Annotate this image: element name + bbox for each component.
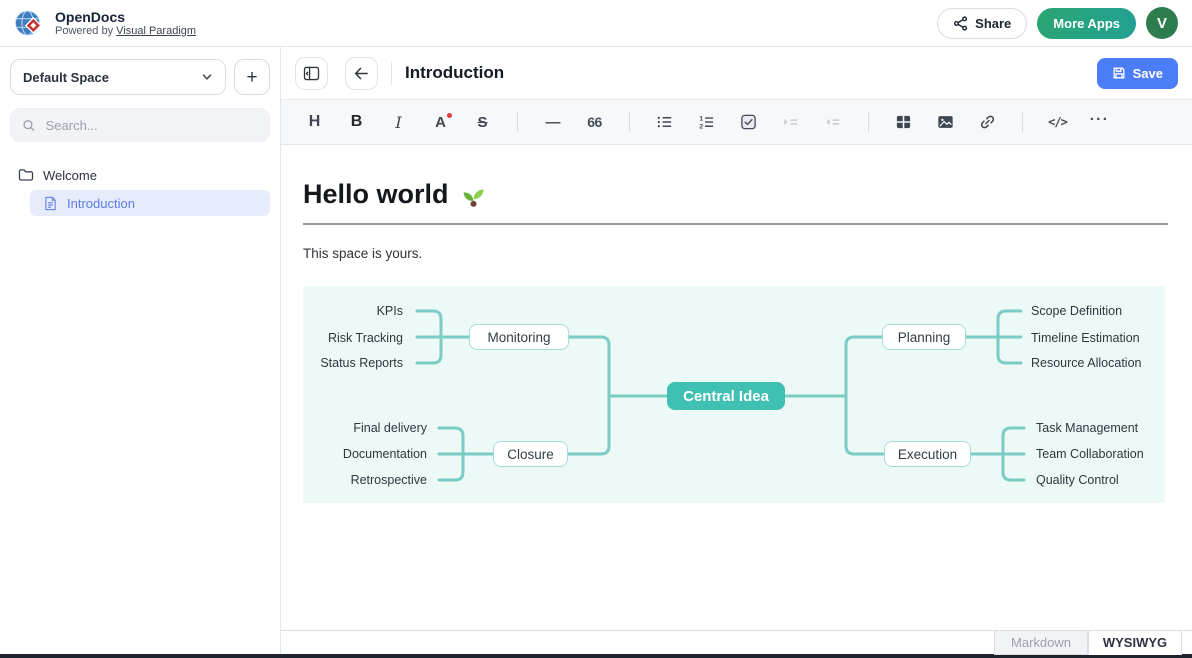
toolbar-divider	[868, 112, 869, 132]
link-button[interactable]	[973, 108, 1002, 137]
tree-item-label: Welcome	[43, 168, 97, 183]
heading-text: Hello world	[303, 179, 449, 210]
mindmap-node-monitoring[interactable]: Monitoring	[469, 324, 569, 350]
heading-button[interactable]: H	[300, 108, 329, 137]
toolbar-divider	[1022, 112, 1023, 132]
mindmap-diagram[interactable]: Central Idea Monitoring Planning Closure…	[303, 286, 1165, 503]
mindmap-leaf-kpis[interactable]: KPIs	[377, 303, 403, 319]
chevron-down-icon	[201, 71, 213, 83]
tree-item-label: Introduction	[67, 196, 135, 211]
heading-separator	[303, 223, 1168, 225]
toolbar-divider	[629, 112, 630, 132]
table-icon	[895, 113, 912, 131]
indent-icon	[782, 113, 799, 131]
app-header: OpenDocs Powered by Visual Paradigm Shar…	[0, 0, 1192, 47]
visual-paradigm-link[interactable]: Visual Paradigm	[116, 25, 196, 37]
mindmap-leaf-risk-tracking[interactable]: Risk Tracking	[328, 330, 403, 346]
document-canvas[interactable]: Hello world This space is yours.	[281, 145, 1192, 630]
powered-by-text: Powered by	[55, 25, 113, 37]
panel-left-icon	[303, 65, 320, 82]
bold-button[interactable]: B	[342, 108, 371, 137]
powered-by: Powered by Visual Paradigm	[55, 25, 196, 38]
toolbar-divider	[517, 112, 518, 132]
document-paragraph: This space is yours.	[303, 246, 1168, 261]
document-icon	[43, 196, 58, 211]
italic-button[interactable]: I	[384, 108, 413, 137]
search-icon	[22, 118, 36, 133]
opendocs-logo-icon	[14, 8, 45, 39]
tab-markdown[interactable]: Markdown	[994, 630, 1088, 655]
search-input[interactable]	[44, 117, 258, 134]
horizontal-rule-button[interactable]: —	[538, 108, 567, 137]
sidebar: Default Space + Welcome	[0, 47, 281, 654]
mindmap-leaf-task-management[interactable]: Task Management	[1036, 420, 1138, 436]
document-heading: Hello world	[303, 179, 1168, 210]
svg-text:1: 1	[699, 115, 703, 122]
space-selector[interactable]: Default Space	[10, 59, 226, 95]
tree-item-welcome[interactable]: Welcome	[10, 162, 270, 188]
outdent-icon	[824, 113, 841, 131]
mindmap-node-execution[interactable]: Execution	[884, 441, 971, 467]
search-box[interactable]	[10, 108, 270, 142]
formatting-toolbar: H B I A S — 66 1 2	[281, 99, 1192, 145]
outdent-button[interactable]	[818, 108, 847, 137]
mindmap-leaf-timeline-estimation[interactable]: Timeline Estimation	[1031, 330, 1140, 346]
ordered-list-button[interactable]: 1 2	[692, 108, 721, 137]
ordered-list-icon: 1 2	[698, 113, 715, 131]
link-icon	[979, 113, 996, 131]
document-tree: Welcome Introduction	[10, 162, 270, 216]
task-list-button[interactable]	[734, 108, 763, 137]
space-selector-label: Default Space	[23, 70, 109, 85]
mindmap-central-node[interactable]: Central Idea	[667, 382, 785, 410]
folder-icon	[18, 167, 34, 183]
mindmap-leaf-status-reports[interactable]: Status Reports	[320, 355, 403, 371]
back-button[interactable]	[345, 57, 378, 90]
checkbox-icon	[740, 113, 757, 131]
save-icon	[1112, 66, 1126, 80]
font-color-button[interactable]: A	[426, 108, 455, 137]
share-icon	[953, 16, 968, 31]
blockquote-button[interactable]: 66	[580, 108, 609, 137]
mindmap-leaf-team-collaboration[interactable]: Team Collaboration	[1036, 446, 1144, 462]
more-apps-button[interactable]: More Apps	[1037, 8, 1136, 39]
indent-button[interactable]	[776, 108, 805, 137]
strikethrough-button[interactable]: S	[468, 108, 497, 137]
add-space-button[interactable]: +	[234, 59, 270, 95]
table-button[interactable]	[889, 108, 918, 137]
mindmap-leaf-final-delivery[interactable]: Final delivery	[353, 420, 427, 436]
app-name: OpenDocs	[55, 9, 196, 25]
code-button[interactable]: </>	[1043, 108, 1072, 137]
page-title: Introduction	[405, 63, 504, 83]
tab-wysiwyg[interactable]: WYSIWYG	[1088, 630, 1182, 655]
save-button[interactable]: Save	[1097, 58, 1178, 89]
image-button[interactable]	[931, 108, 960, 137]
mindmap-leaf-resource-allocation[interactable]: Resource Allocation	[1031, 355, 1141, 371]
app-logo: OpenDocs Powered by Visual Paradigm	[14, 8, 196, 39]
mindmap-node-closure[interactable]: Closure	[493, 441, 568, 467]
share-button[interactable]: Share	[937, 8, 1027, 39]
save-label: Save	[1133, 66, 1163, 81]
titlebar: Introduction Save	[281, 47, 1192, 99]
share-label: Share	[975, 16, 1011, 31]
bullet-list-button[interactable]	[650, 108, 679, 137]
image-icon	[937, 113, 954, 131]
seedling-emoji	[460, 181, 487, 208]
mindmap-node-planning[interactable]: Planning	[882, 324, 966, 350]
tree-item-introduction[interactable]: Introduction	[30, 190, 270, 216]
mindmap-leaf-retrospective[interactable]: Retrospective	[351, 472, 427, 488]
titlebar-divider	[391, 61, 392, 85]
bullet-list-icon	[656, 113, 673, 131]
arrow-left-icon	[353, 65, 370, 82]
avatar[interactable]: V	[1146, 7, 1178, 39]
mindmap-leaf-quality-control[interactable]: Quality Control	[1036, 472, 1119, 488]
svg-text:2: 2	[699, 124, 703, 131]
more-options-button[interactable]: ···	[1085, 108, 1114, 137]
mindmap-leaf-scope-definition[interactable]: Scope Definition	[1031, 303, 1122, 319]
editor-footer: Markdown WYSIWYG	[281, 630, 1192, 654]
mindmap-leaf-documentation[interactable]: Documentation	[343, 446, 427, 462]
sidebar-toggle-button[interactable]	[295, 57, 328, 90]
